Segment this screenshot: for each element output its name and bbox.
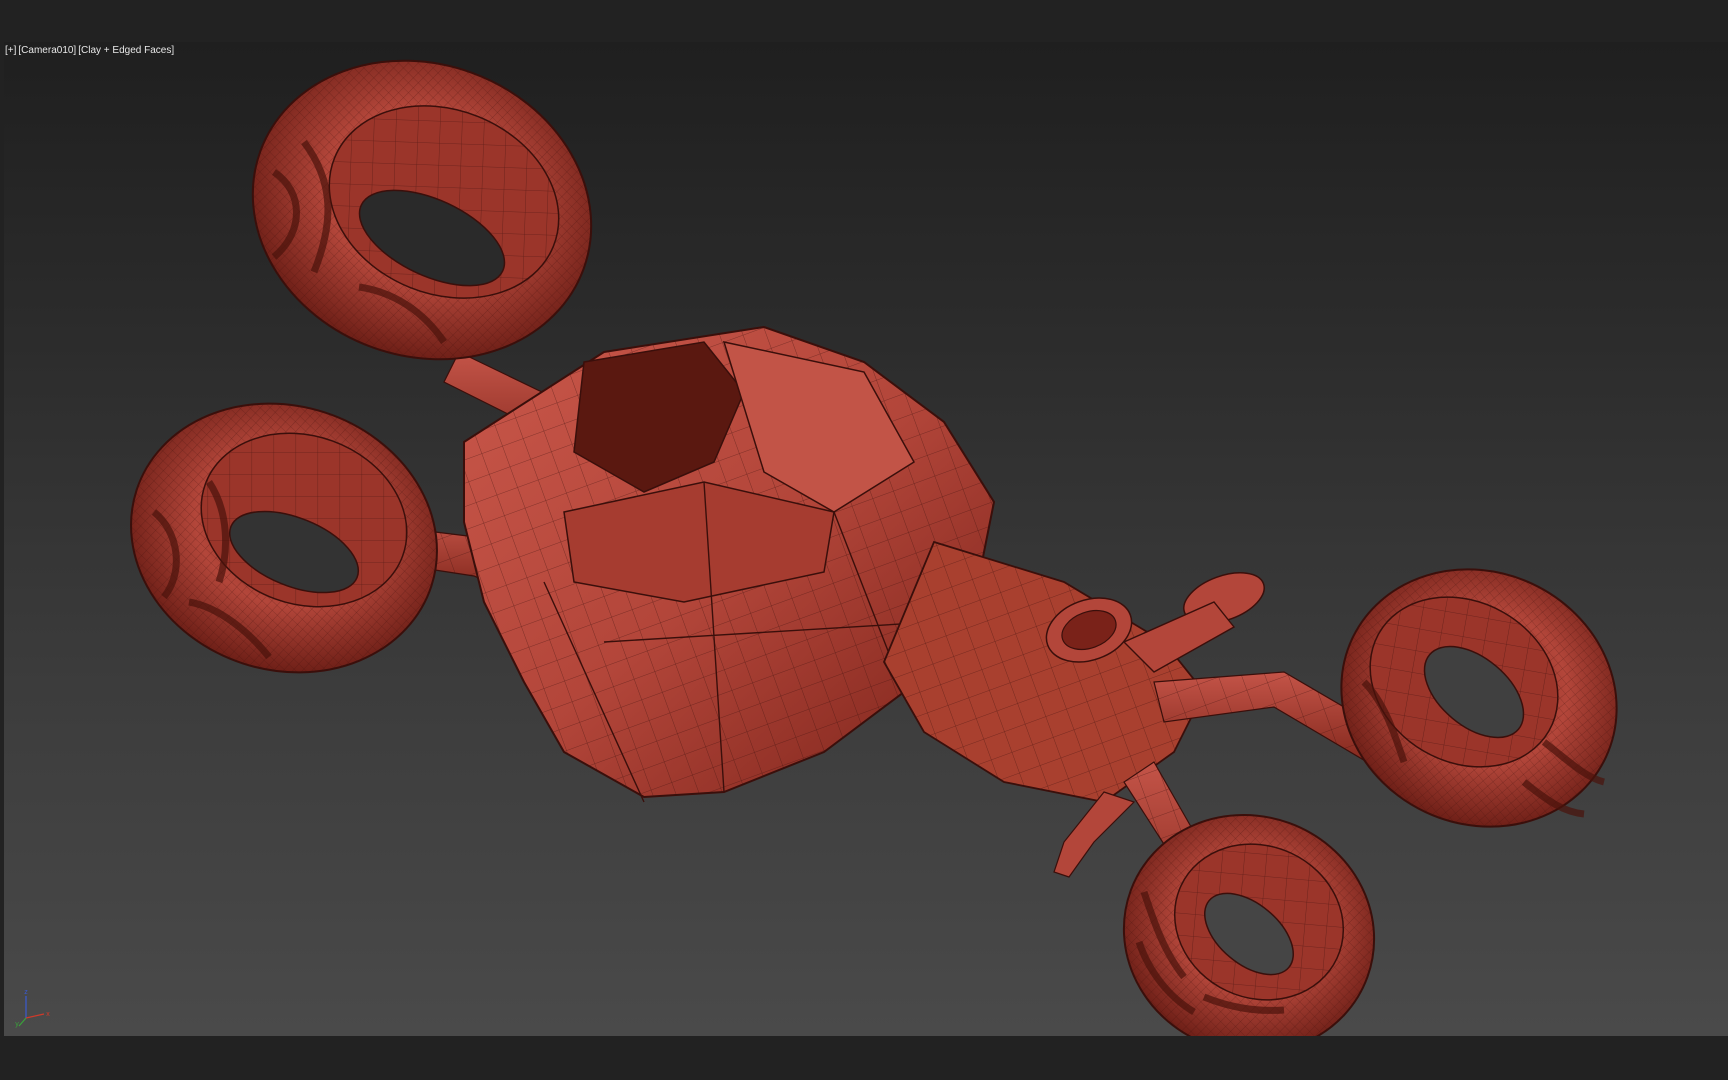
body-fairing <box>463 325 996 803</box>
axis-y-label: y <box>15 1021 19 1028</box>
tire-front-lower <box>1122 814 1376 1036</box>
status-bar <box>0 1036 1728 1080</box>
viewport-camera[interactable]: [+] [Camera010] [Clay + Edged Faces] z x… <box>4 42 1728 1036</box>
tire-rear-lower <box>130 402 438 674</box>
axis-x-label: x <box>46 1011 50 1018</box>
axis-z-label: z <box>24 989 28 996</box>
axis-y-line <box>18 1017 27 1027</box>
front-frame <box>882 540 1265 803</box>
axis-tripod-icon: z x y <box>15 989 50 1028</box>
app-window: [+] [Camera010] [Clay + Edged Faces] z x… <box>0 0 1728 1080</box>
tire-front-upper <box>1340 568 1618 828</box>
tire-rear-upper <box>251 59 593 361</box>
model-render[interactable] <box>4 42 1728 1036</box>
axis-x-line <box>25 1013 45 1019</box>
